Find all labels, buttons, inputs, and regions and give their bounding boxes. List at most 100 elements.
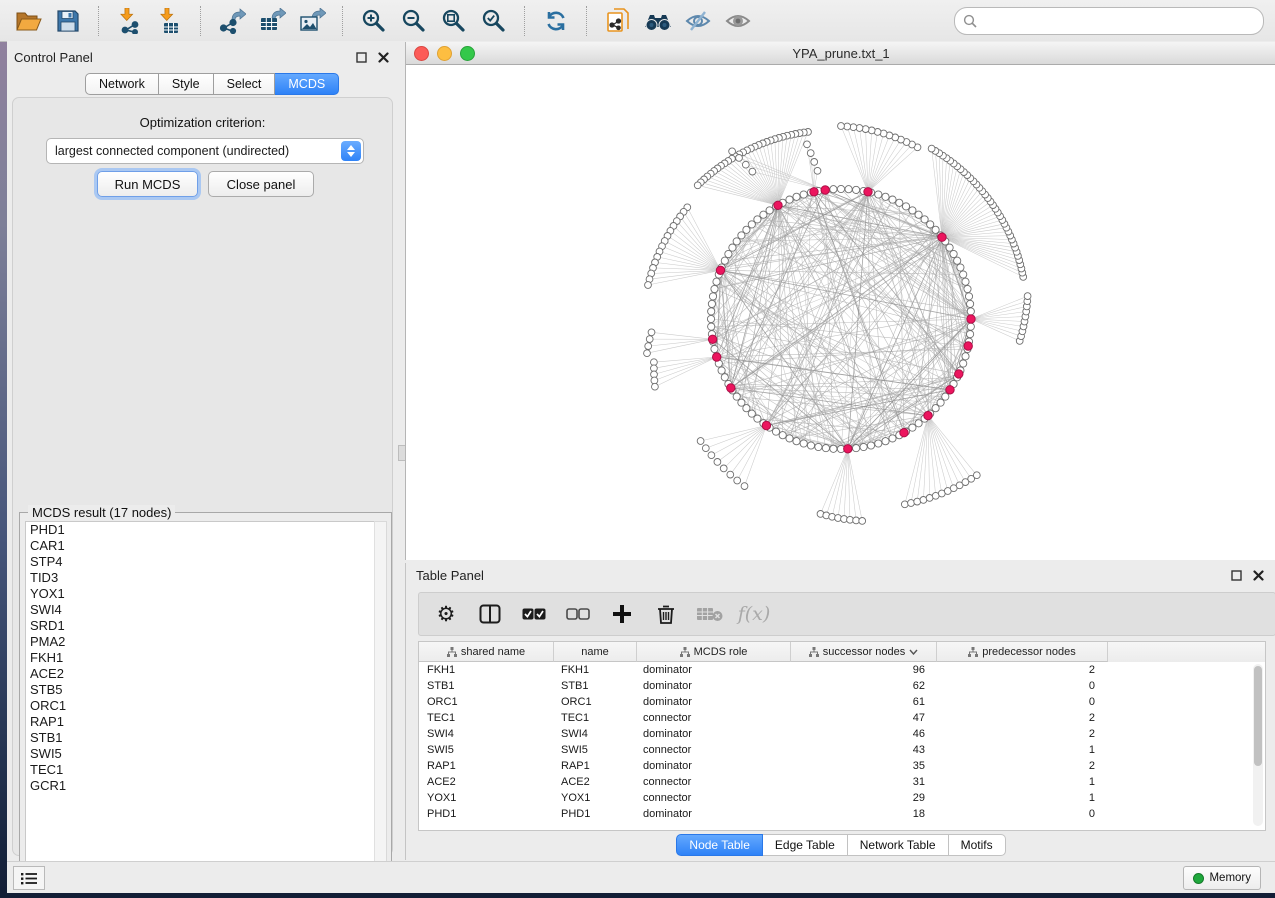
mcds-result-item[interactable]: GCR1 xyxy=(26,778,374,794)
cell: 1 xyxy=(933,776,1103,788)
mcds-result-item[interactable]: STB1 xyxy=(26,730,374,746)
table-row[interactable]: FKH1FKH1dominator962 xyxy=(419,662,1265,678)
table-row[interactable]: SWI4SWI4dominator462 xyxy=(419,726,1265,742)
export-image-icon[interactable] xyxy=(292,3,332,39)
close-panel-button[interactable]: Close panel xyxy=(208,171,314,197)
cell: TEC1 xyxy=(553,712,635,724)
function-builder-icon[interactable]: f(x) xyxy=(737,597,771,631)
cell: 0 xyxy=(933,696,1103,708)
mcds-result-item[interactable]: PMA2 xyxy=(26,634,374,650)
column-panel-icon[interactable] xyxy=(473,597,507,631)
mcds-result-item[interactable]: SRD1 xyxy=(26,618,374,634)
save-session-icon[interactable] xyxy=(48,3,88,39)
mcds-result-item[interactable]: FKH1 xyxy=(26,650,374,666)
node-table-body: FKH1FKH1dominator962STB1STB1dominator620… xyxy=(419,662,1265,822)
tab-node-table[interactable]: Node Table xyxy=(676,834,763,856)
tab-mcds[interactable]: MCDS xyxy=(275,73,339,95)
column-label: MCDS role xyxy=(694,646,748,658)
table-settings-icon[interactable]: ⚙ xyxy=(429,597,463,631)
cell: FKH1 xyxy=(553,664,635,676)
task-history-button[interactable] xyxy=(13,866,45,890)
search-icon xyxy=(963,14,977,28)
mcds-result-list[interactable]: PHD1CAR1STP4TID3YOX1SWI4SRD1PMA2FKH1ACE2… xyxy=(25,521,375,879)
deselect-all-icon[interactable] xyxy=(561,597,595,631)
cell: dominator xyxy=(635,728,788,740)
tab-network[interactable]: Network xyxy=(85,73,159,95)
import-table-icon[interactable] xyxy=(150,3,190,39)
select-all-icon[interactable] xyxy=(517,597,551,631)
cell: SWI5 xyxy=(553,744,635,756)
delete-row-icon[interactable] xyxy=(649,597,683,631)
mcds-list-scrollbar[interactable] xyxy=(374,521,387,881)
control-panel-tabs: NetworkStyleSelectMCDS xyxy=(85,73,339,95)
tab-motifs[interactable]: Motifs xyxy=(949,834,1006,856)
mcds-result-item[interactable]: TEC1 xyxy=(26,762,374,778)
table-row[interactable]: ORC1ORC1dominator610 xyxy=(419,694,1265,710)
mcds-result-item[interactable]: CAR1 xyxy=(26,538,374,554)
search-input[interactable] xyxy=(982,13,1255,29)
zoom-out-icon[interactable] xyxy=(394,3,434,39)
zoom-in-icon[interactable] xyxy=(354,3,394,39)
mcds-result-item[interactable]: PHD1 xyxy=(26,522,374,538)
open-file-icon[interactable] xyxy=(8,3,48,39)
column-header-name[interactable]: name xyxy=(554,642,637,662)
tab-select[interactable]: Select xyxy=(214,73,276,95)
add-row-icon[interactable] xyxy=(605,597,639,631)
table-scrollbar[interactable] xyxy=(1253,664,1263,826)
zoom-fit-icon[interactable] xyxy=(434,3,474,39)
zoom-selected-icon[interactable] xyxy=(474,3,514,39)
vertical-splitter[interactable] xyxy=(397,45,405,860)
clone-network-icon[interactable] xyxy=(598,3,638,39)
table-toolbar: ⚙ xyxy=(418,592,1275,636)
float-table-panel-icon[interactable] xyxy=(1228,567,1244,583)
hide-details-icon[interactable] xyxy=(678,3,718,39)
show-details-icon[interactable] xyxy=(718,3,758,39)
shared-column-icon xyxy=(809,647,819,657)
memory-button[interactable]: Memory xyxy=(1183,866,1261,890)
table-row[interactable]: STB1STB1dominator620 xyxy=(419,678,1265,694)
search-network-icon[interactable] xyxy=(638,3,678,39)
optimization-select[interactable]: largest connected component (undirected) xyxy=(46,138,364,164)
tab-style[interactable]: Style xyxy=(159,73,214,95)
column-header-successor-nodes[interactable]: successor nodes xyxy=(791,642,937,662)
cell: 2 xyxy=(933,712,1103,724)
column-header-predecessor-nodes[interactable]: predecessor nodes xyxy=(937,642,1108,662)
cell: dominator xyxy=(635,808,788,820)
network-canvas[interactable] xyxy=(406,65,1275,560)
table-row[interactable]: RAP1RAP1dominator352 xyxy=(419,758,1265,774)
mcds-result-item[interactable]: SWI4 xyxy=(26,602,374,618)
mcds-result-item[interactable]: ACE2 xyxy=(26,666,374,682)
delete-table-icon[interactable] xyxy=(693,597,727,631)
cell: dominator xyxy=(635,760,788,772)
export-table-icon[interactable] xyxy=(252,3,292,39)
table-row[interactable]: SWI5SWI5connector431 xyxy=(419,742,1265,758)
table-row[interactable]: PHD1PHD1dominator180 xyxy=(419,806,1265,822)
mcds-result-item[interactable]: STB5 xyxy=(26,682,374,698)
column-header-shared-name[interactable]: shared name xyxy=(419,642,554,662)
mcds-result-item[interactable]: RAP1 xyxy=(26,714,374,730)
table-row[interactable]: ACE2ACE2connector311 xyxy=(419,774,1265,790)
close-panel-icon[interactable] xyxy=(375,49,391,65)
mcds-result-item[interactable]: TID3 xyxy=(26,570,374,586)
import-network-icon[interactable] xyxy=(110,3,150,39)
float-window-icon[interactable] xyxy=(353,49,369,65)
cell: connector xyxy=(635,792,788,804)
table-row[interactable]: YOX1YOX1connector291 xyxy=(419,790,1265,806)
close-table-panel-icon[interactable] xyxy=(1250,567,1266,583)
tab-edge-table[interactable]: Edge Table xyxy=(763,834,848,856)
table-row[interactable]: TEC1TEC1connector472 xyxy=(419,710,1265,726)
mcds-result-item[interactable]: SWI5 xyxy=(26,746,374,762)
cell: 62 xyxy=(788,680,933,692)
cell: YOX1 xyxy=(553,792,635,804)
tab-network-table[interactable]: Network Table xyxy=(848,834,949,856)
column-header-MCDS-role[interactable]: MCDS role xyxy=(637,642,791,662)
table-scrollbar-thumb[interactable] xyxy=(1254,666,1262,766)
mcds-result-item[interactable]: STP4 xyxy=(26,554,374,570)
mcds-result-item[interactable]: YOX1 xyxy=(26,586,374,602)
mcds-result-item[interactable]: ORC1 xyxy=(26,698,374,714)
cell: PHD1 xyxy=(553,808,635,820)
run-mcds-button[interactable]: Run MCDS xyxy=(97,171,198,197)
export-network-icon[interactable] xyxy=(212,3,252,39)
refresh-icon[interactable] xyxy=(536,3,576,39)
cell: connector xyxy=(635,776,788,788)
